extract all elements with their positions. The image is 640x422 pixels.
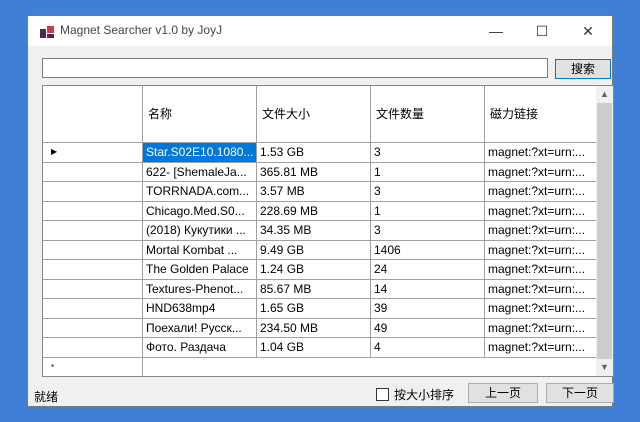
column-header[interactable]: 名称 — [143, 86, 257, 143]
row-header[interactable] — [43, 221, 143, 241]
table-cell[interactable]: HND638mp4 — [143, 299, 257, 319]
maximize-icon[interactable]: ☐ — [519, 16, 565, 46]
search-button[interactable]: 搜索 — [555, 59, 611, 79]
table-cell[interactable]: Mortal Kombat ... — [143, 240, 257, 260]
table-cell[interactable]: magnet:?xt=urn:... — [485, 299, 598, 319]
row-header[interactable] — [43, 318, 143, 338]
table-cell[interactable]: Star.S02E10.1080... — [143, 143, 257, 163]
table-cell[interactable]: 3 — [371, 182, 485, 202]
table-cell[interactable]: 3 — [371, 143, 485, 163]
column-header[interactable]: 磁力链接 — [485, 86, 598, 143]
table-cell[interactable]: Фото. Раздача — [143, 338, 257, 358]
window-title: Magnet Searcher v1.0 by JoyJ — [60, 23, 223, 37]
table-cell[interactable]: Chicago.Med.S0... — [143, 201, 257, 221]
table-cell[interactable]: TORRNADA.com... — [143, 182, 257, 202]
status-text: 就绪 — [34, 390, 59, 404]
row-header[interactable] — [43, 182, 143, 202]
table-cell[interactable]: 24 — [371, 260, 485, 280]
table-cell[interactable]: 234.50 MB — [257, 318, 371, 338]
current-row-icon: ▶ — [51, 147, 58, 156]
table-cell[interactable]: 1.24 GB — [257, 260, 371, 280]
prev-page-button[interactable]: 上一页 — [468, 383, 538, 403]
table-cell[interactable]: magnet:?xt=urn:... — [485, 201, 598, 221]
grid-corner-header[interactable] — [43, 86, 143, 143]
title-bar[interactable]: Magnet Searcher v1.0 by JoyJ — ☐ ✕ — [28, 16, 612, 46]
table-cell[interactable]: 1406 — [371, 240, 485, 260]
table-cell[interactable]: magnet:?xt=urn:... — [485, 318, 598, 338]
scrollbar-thumb[interactable] — [597, 103, 612, 359]
search-input[interactable] — [42, 58, 548, 78]
table-cell[interactable]: magnet:?xt=urn:... — [485, 240, 598, 260]
table-cell[interactable]: 34.35 MB — [257, 221, 371, 241]
minimize-icon[interactable]: — — [473, 16, 519, 46]
results-grid[interactable]: 名称 文件大小 文件数量 磁力链接 ▶ Star.S02E10.1080... 1.53 G… — [42, 85, 614, 377]
row-header[interactable] — [43, 299, 143, 319]
column-header[interactable]: 文件数量 — [371, 86, 485, 143]
table-cell[interactable]: 85.67 MB — [257, 279, 371, 299]
row-header[interactable] — [43, 279, 143, 299]
table-cell[interactable]: 1.65 GB — [257, 299, 371, 319]
table-cell[interactable]: The Golden Palace — [143, 260, 257, 280]
table-cell[interactable]: 228.69 MB — [257, 201, 371, 221]
table-cell[interactable]: magnet:?xt=urn:... — [485, 143, 598, 163]
table-cell[interactable]: magnet:?xt=urn:... — [485, 260, 598, 280]
row-header[interactable]: * — [43, 357, 143, 376]
table-cell[interactable]: 365.81 MB — [257, 162, 371, 182]
app-window: Magnet Searcher v1.0 by JoyJ — ☐ ✕ 搜索 名称… — [27, 15, 614, 407]
row-header[interactable] — [43, 201, 143, 221]
row-header[interactable]: ▶ — [43, 143, 143, 163]
table-cell[interactable]: 622- [ShemaleJa... — [143, 162, 257, 182]
scroll-down-icon[interactable]: ▼ — [600, 362, 609, 372]
table-cell[interactable]: 4 — [371, 338, 485, 358]
table-cell[interactable]: 9.49 GB — [257, 240, 371, 260]
table-cell[interactable]: 39 — [371, 299, 485, 319]
close-icon[interactable]: ✕ — [565, 16, 611, 46]
row-header[interactable] — [43, 162, 143, 182]
next-page-button[interactable]: 下一页 — [546, 383, 614, 403]
sort-by-size-checkbox[interactable] — [376, 388, 389, 401]
column-header[interactable]: 文件大小 — [257, 86, 371, 143]
table-cell[interactable]: 1 — [371, 162, 485, 182]
table-cell[interactable]: 14 — [371, 279, 485, 299]
new-row-icon: * — [51, 362, 55, 372]
table-cell[interactable]: 3.57 MB — [257, 182, 371, 202]
row-header[interactable] — [43, 338, 143, 358]
table-cell[interactable]: Поехали! Русск... — [143, 318, 257, 338]
table-cell[interactable]: magnet:?xt=urn:... — [485, 338, 598, 358]
sort-by-size-label[interactable]: 按大小排序 — [394, 386, 454, 403]
vertical-scrollbar[interactable]: ▲ ▼ — [596, 86, 613, 376]
table-cell[interactable]: magnet:?xt=urn:... — [485, 221, 598, 241]
app-magnet-icon — [40, 26, 54, 38]
table-cell[interactable]: (2018) Кукутики ... — [143, 221, 257, 241]
table-cell[interactable]: magnet:?xt=urn:... — [485, 279, 598, 299]
table-cell[interactable]: magnet:?xt=urn:... — [485, 182, 598, 202]
table-cell[interactable]: Textures-Phenot... — [143, 279, 257, 299]
row-header[interactable] — [43, 240, 143, 260]
table-cell[interactable]: 3 — [371, 221, 485, 241]
table-cell[interactable]: 49 — [371, 318, 485, 338]
table-cell[interactable]: magnet:?xt=urn:... — [485, 162, 598, 182]
table-cell[interactable]: 1.53 GB — [257, 143, 371, 163]
table-cell[interactable]: 1 — [371, 201, 485, 221]
scroll-up-icon[interactable]: ▲ — [600, 89, 609, 99]
table-cell[interactable]: 1.04 GB — [257, 338, 371, 358]
row-header[interactable] — [43, 260, 143, 280]
